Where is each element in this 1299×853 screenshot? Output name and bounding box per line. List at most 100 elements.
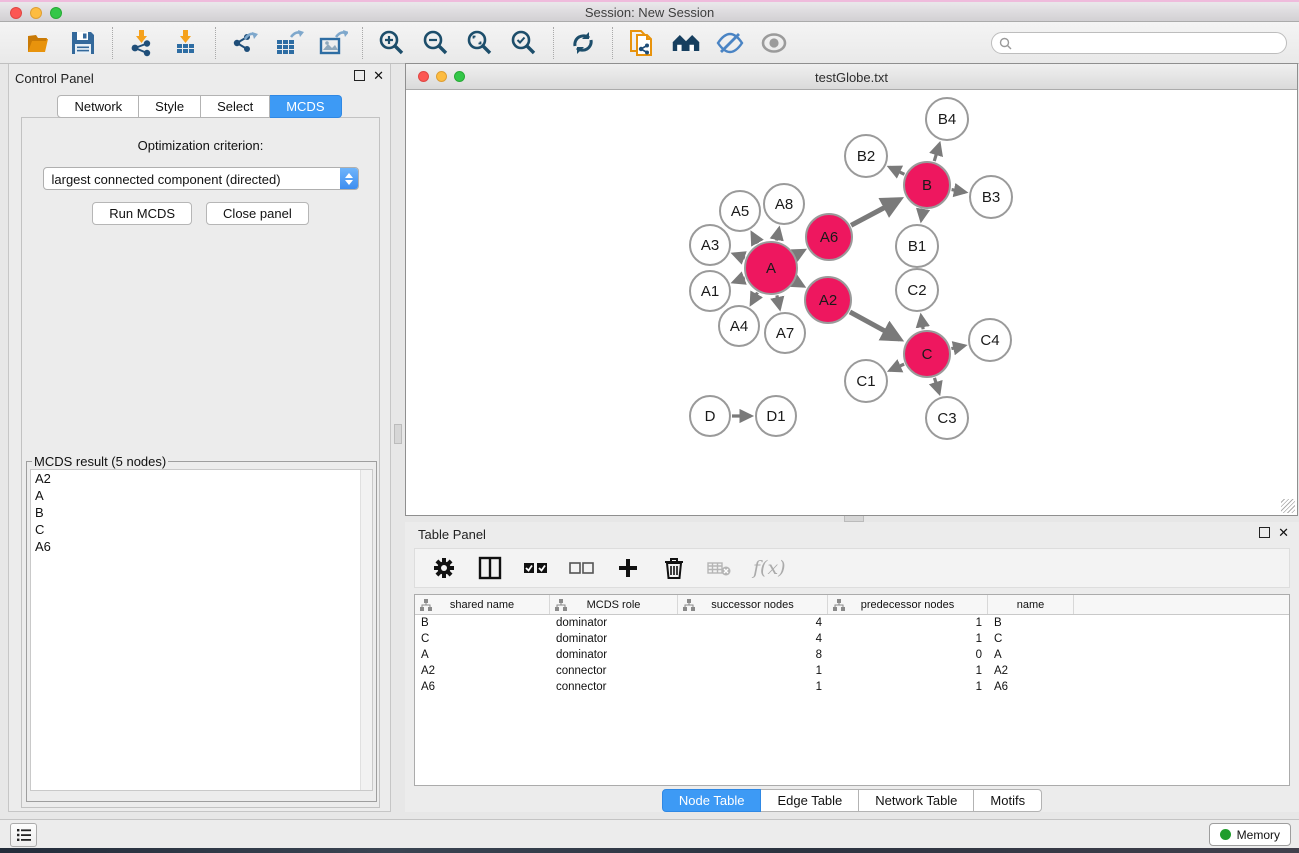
delete-column-icon[interactable] [661,555,687,581]
graph-edge-C-C3[interactable] [934,378,939,393]
table-cell[interactable]: C [988,633,1074,645]
table-cell[interactable]: 1 [828,681,988,693]
table-cell[interactable]: connector [550,665,678,677]
tab-select[interactable]: Select [201,95,270,118]
result-list-item[interactable]: A2 [31,470,372,487]
graph-edge-A-A7[interactable] [777,295,780,308]
network-window-titlebar[interactable]: testGlobe.txt [406,64,1297,90]
table-cell[interactable]: 1 [678,665,828,677]
show-column-icon[interactable] [477,555,503,581]
column-header-name[interactable]: name [988,595,1074,614]
table-cell[interactable]: A [415,649,550,661]
graph-edge-A-A8[interactable] [777,229,779,241]
horizontal-splitter-handle[interactable] [844,515,864,522]
zoom-selected-icon[interactable] [509,28,539,58]
select-all-columns-icon[interactable] [523,555,549,581]
table-cell[interactable]: A6 [415,681,550,693]
float-table-panel-icon[interactable] [1259,527,1270,538]
close-table-panel-icon[interactable]: ✕ [1278,527,1289,538]
table-cell[interactable]: 4 [678,617,828,629]
table-cell[interactable]: 1 [828,665,988,677]
close-panel-icon[interactable]: ✕ [373,70,384,81]
result-list-item[interactable]: B [31,504,372,521]
show-graphics-details-icon[interactable] [759,28,789,58]
table-cell[interactable]: C [415,633,550,645]
hide-graphics-details-icon[interactable] [715,28,745,58]
tab-network[interactable]: Network [57,95,139,118]
duplicate-network-icon[interactable] [627,28,657,58]
tab-node-table[interactable]: Node Table [662,789,762,812]
graph-edge-A-A4[interactable] [751,293,757,304]
tab-edge-table[interactable]: Edge Table [761,789,859,812]
tab-mcds[interactable]: MCDS [270,95,341,118]
table-cell[interactable]: 1 [678,681,828,693]
node-table[interactable]: shared nameMCDS rolesuccessor nodesprede… [414,594,1290,786]
zoom-in-icon[interactable] [377,28,407,58]
graph-edge-A-A2[interactable] [795,282,803,287]
tab-network-table[interactable]: Network Table [859,789,974,812]
houses-icon[interactable] [671,28,701,58]
table-cell[interactable]: A6 [988,681,1074,693]
graph-edge-C-C4[interactable] [951,346,964,349]
import-table-icon[interactable] [171,28,201,58]
memory-button[interactable]: Memory [1209,823,1291,846]
graph-edge-C-C1[interactable] [890,364,904,370]
table-cell[interactable]: dominator [550,633,678,645]
graph-edge-C-C2[interactable] [921,316,923,329]
graph-edge-A2-C[interactable] [850,312,900,339]
create-column-icon[interactable] [615,555,641,581]
result-list-item[interactable]: C [31,521,372,538]
table-cell[interactable]: connector [550,681,678,693]
table-cell[interactable]: A2 [988,665,1074,677]
table-row[interactable]: A6connector11A6 [415,679,1289,695]
table-settings-gear-icon[interactable] [431,555,457,581]
result-list-item[interactable]: A [31,487,372,504]
save-session-icon[interactable] [68,28,98,58]
table-cell[interactable]: 1 [828,633,988,645]
tab-motifs[interactable]: Motifs [974,789,1042,812]
zoom-out-icon[interactable] [421,28,451,58]
result-list-scrollbar[interactable] [360,470,372,790]
table-cell[interactable]: 8 [678,649,828,661]
graph-edge-A-A5[interactable] [752,233,758,243]
table-cell[interactable]: dominator [550,649,678,661]
vertical-splitter-handle[interactable] [394,424,402,444]
zoom-fit-icon[interactable] [465,28,495,58]
table-cell[interactable]: 0 [828,649,988,661]
export-network-icon[interactable] [230,28,260,58]
graph-edge-B-B4[interactable] [934,144,939,161]
graph-edge-A-A3[interactable] [734,254,745,258]
delete-table-icon[interactable] [707,555,733,581]
table-row[interactable]: Adominator80A [415,647,1289,663]
function-builder-icon[interactable]: f(x) [753,557,786,579]
table-cell[interactable]: B [988,617,1074,629]
run-mcds-button[interactable]: Run MCDS [92,202,192,225]
table-cell[interactable]: B [415,617,550,629]
table-cell[interactable]: A2 [415,665,550,677]
table-cell[interactable]: 4 [678,633,828,645]
search-input[interactable] [991,32,1287,54]
table-row[interactable]: A2connector11A2 [415,663,1289,679]
network-canvas[interactable]: B4B2BB3A5A8A6A3B1AA1C2A2A4A7C4CC1C3DD1 [406,90,1297,515]
window-resize-grip[interactable] [1281,499,1295,513]
float-panel-icon[interactable] [354,70,365,81]
column-header-MCDS-role[interactable]: MCDS role [550,595,678,614]
graph-edge-A6-B[interactable] [851,200,900,226]
mcds-result-list[interactable]: A2ABCA6 [30,469,373,791]
graph-edge-B-B1[interactable] [921,210,923,221]
column-header-predecessor-nodes[interactable]: predecessor nodes [828,595,988,614]
open-session-icon[interactable] [24,28,54,58]
graph-edge-A-A1[interactable] [734,278,745,282]
task-history-button[interactable] [10,823,37,847]
graph-edge-A-A6[interactable] [796,250,805,255]
export-table-icon[interactable] [274,28,304,58]
tab-style[interactable]: Style [139,95,201,118]
close-panel-button[interactable]: Close panel [206,202,309,225]
table-cell[interactable]: 1 [828,617,988,629]
table-row[interactable]: Cdominator41C [415,631,1289,647]
result-list-item[interactable]: A6 [31,538,372,555]
column-header-successor-nodes[interactable]: successor nodes [678,595,828,614]
column-header-shared-name[interactable]: shared name [415,595,550,614]
import-network-icon[interactable] [127,28,157,58]
table-row[interactable]: Bdominator41B [415,615,1289,631]
